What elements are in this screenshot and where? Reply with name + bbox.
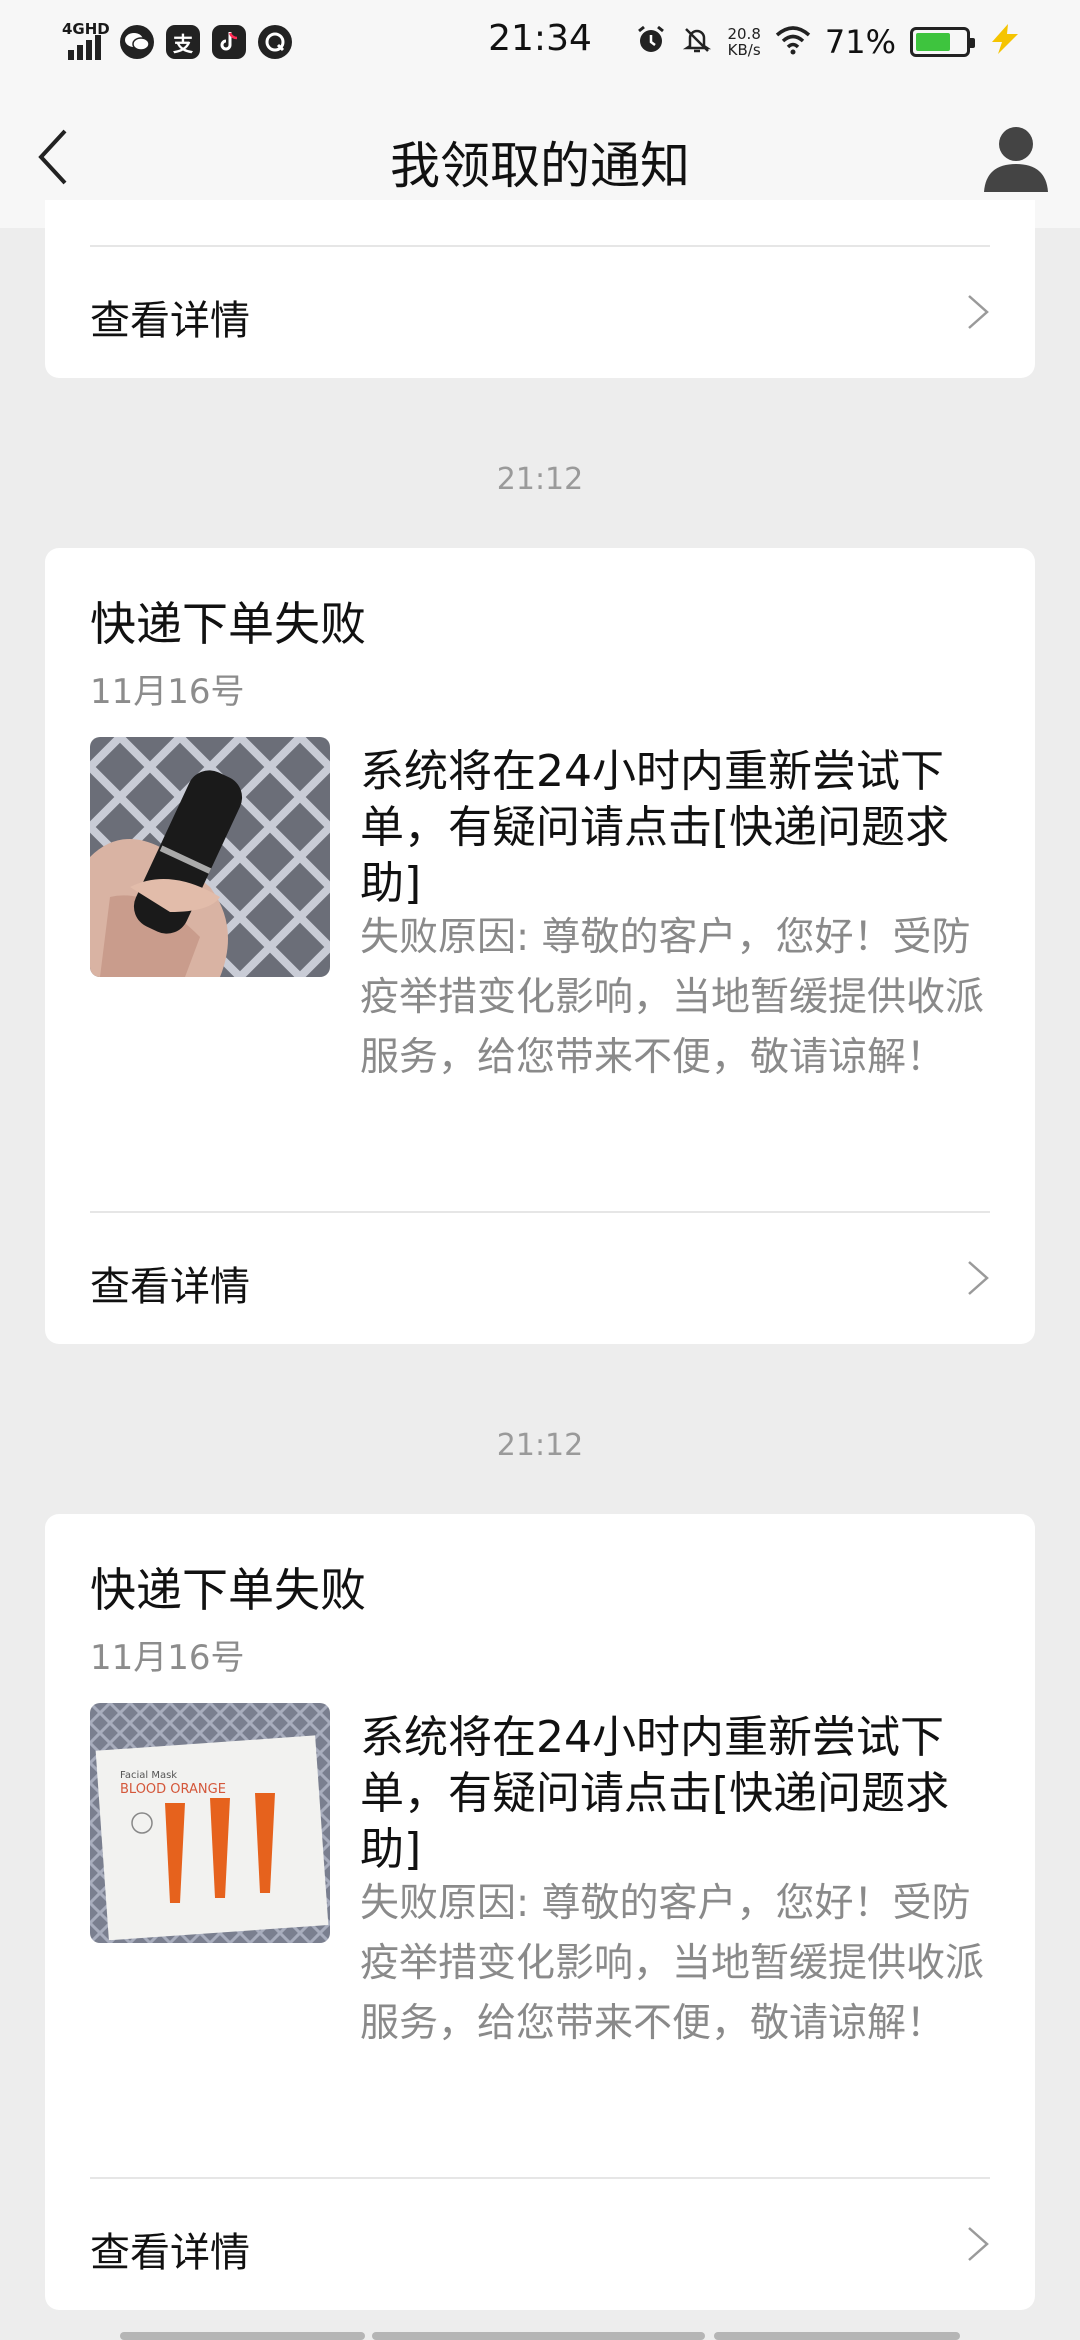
alarm-icon	[635, 24, 667, 60]
status-bar: 4GHD 支 21:34 20.8 KB/s 71%	[0, 0, 1080, 84]
page-title: 我领取的通知	[390, 137, 690, 195]
card-date: 11月16号	[90, 672, 245, 712]
divider	[90, 1211, 990, 1213]
card-message[interactable]: 系统将在24小时内重新尝试下单，有疑问请点击[快递问题求助]	[360, 1710, 1000, 1878]
product-image-lipstick[interactable]	[90, 737, 330, 977]
svg-text:Facial Mask: Facial Mask	[120, 1770, 177, 1781]
view-details-label: 查看详情	[90, 2230, 250, 2276]
divider	[90, 245, 990, 247]
chevron-right-icon	[968, 295, 989, 329]
network-speed: 20.8 KB/s	[727, 25, 761, 59]
message-timestamp: 21:12	[496, 462, 584, 497]
notification-card: 查看详情	[45, 200, 1035, 378]
view-details-row[interactable]: 查看详情	[45, 1214, 1035, 1344]
view-details-row[interactable]: 查看详情	[45, 2180, 1035, 2310]
view-details-label: 查看详情	[90, 298, 250, 344]
card-title: 快递下单失败	[90, 1563, 366, 1617]
divider	[90, 2177, 990, 2179]
view-details-label: 查看详情	[90, 1264, 250, 1310]
scroll-indicator	[120, 2332, 365, 2340]
chevron-right-icon	[968, 1261, 989, 1295]
battery-percent: 71%	[824, 23, 896, 61]
battery-icon	[910, 27, 975, 57]
profile-button[interactable]	[978, 120, 1054, 196]
view-details-row[interactable]: 查看详情	[45, 248, 1035, 378]
wifi-icon	[775, 25, 811, 59]
card-date: 11月16号	[90, 1638, 245, 1678]
mute-icon	[681, 24, 713, 60]
user-icon	[984, 127, 1048, 192]
product-image-facial-mask[interactable]: Facial Mask BLOOD ORANGE	[90, 1703, 330, 1943]
scroll-indicator	[372, 2332, 705, 2340]
notification-card[interactable]: 快递下单失败 11月16号 系统将在24小时内重新尝试下单，有疑问请点击[快递问…	[45, 548, 1035, 1344]
status-right: 20.8 KB/s 71%	[635, 18, 1024, 66]
charging-icon	[984, 22, 1024, 62]
svg-text:BLOOD ORANGE: BLOOD ORANGE	[120, 1782, 226, 1797]
failure-reason: 失败原因: 尊敬的客户，您好！受防疫举措变化影响，当地暂缓提供收派服务，给您带来…	[360, 915, 985, 1080]
message-timestamp: 21:12	[496, 1428, 584, 1463]
card-title: 快递下单失败	[90, 597, 366, 651]
card-message[interactable]: 系统将在24小时内重新尝试下单，有疑问请点击[快递问题求助]	[360, 744, 1000, 912]
notification-card[interactable]: 快递下单失败 11月16号 Facial Mask BLOOD ORANGE 系…	[45, 1514, 1035, 2310]
chevron-right-icon	[968, 2227, 989, 2261]
failure-reason: 失败原因: 尊敬的客户，您好！受防疫举措变化影响，当地暂缓提供收派服务，给您带来…	[360, 1881, 985, 2046]
scroll-indicator	[714, 2332, 960, 2340]
